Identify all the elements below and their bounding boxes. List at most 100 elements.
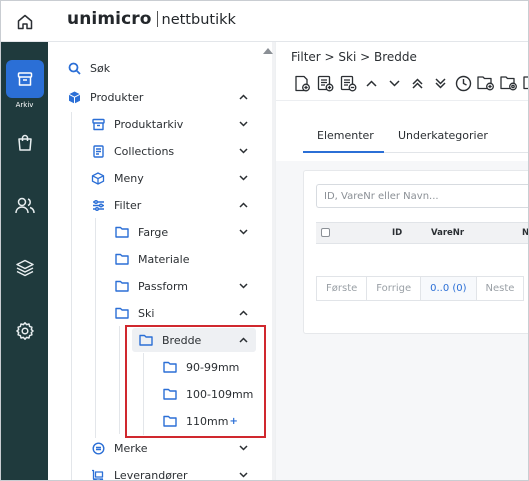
category-tree: Søk Produkter Produktarkiv Collections M…	[48, 42, 275, 481]
folder-icon	[162, 359, 178, 375]
rail-item-arkiv[interactable]: Arkiv	[1, 60, 48, 109]
nav-item-label: 100-109mm	[186, 387, 254, 401]
nav-item-ski[interactable]: Ski	[114, 300, 266, 326]
search-input[interactable]	[316, 184, 528, 208]
rail-item-shop[interactable]	[1, 132, 48, 154]
breadcrumb: Filter > Ski > Bredde	[291, 50, 417, 64]
chevron-down-icon	[388, 79, 400, 87]
nav-item-produktarkiv[interactable]: Produktarkiv	[90, 111, 266, 137]
chevron-down-icon[interactable]	[238, 227, 248, 237]
nav-item-label: Passform	[138, 279, 188, 293]
logo-divider	[156, 11, 158, 27]
nav-item-filter[interactable]: Filter	[90, 192, 266, 218]
nav-item-bredde-110[interactable]: 110mm +	[162, 408, 266, 434]
new-item-button[interactable]	[292, 73, 312, 93]
nav-item-leverandorer[interactable]: Leverandører	[90, 462, 266, 481]
nav-item-label: Materiale	[138, 252, 190, 266]
chevron-down-icon[interactable]	[238, 173, 248, 183]
nav-item-merke[interactable]: Merke	[90, 435, 266, 461]
logo-sub: nettbutikk	[161, 12, 236, 28]
nav-item-bredde-90-99[interactable]: 90-99mm	[162, 354, 266, 380]
chevron-up-icon[interactable]	[238, 200, 248, 210]
active-tab-indicator	[303, 151, 384, 153]
plus-icon: +	[229, 415, 238, 427]
chevron-down-icon[interactable]	[238, 119, 248, 129]
main-rail: Arkiv	[1, 42, 48, 480]
add-folder-button[interactable]	[476, 73, 496, 93]
history-button[interactable]	[453, 73, 473, 93]
nav-item-farge[interactable]: Farge	[114, 219, 266, 245]
nav-item-label: 110mm	[186, 414, 229, 428]
move-top-button[interactable]	[407, 73, 427, 93]
next-page-button[interactable]: Neste	[477, 277, 525, 300]
nav-item-label: Farge	[138, 225, 169, 239]
logo-main: unimicro	[67, 9, 152, 29]
logo: unimicro nettbutikk	[67, 9, 236, 29]
folder-check-button[interactable]	[522, 73, 528, 93]
rail-item-users[interactable]	[1, 195, 48, 217]
folder-icon	[114, 224, 130, 240]
tab-underkategorier[interactable]: Underkategorier	[398, 129, 488, 142]
select-all-checkbox[interactable]	[321, 228, 330, 237]
column-navn[interactable]: Na	[522, 228, 528, 238]
nav-item-passform[interactable]: Passform	[114, 273, 266, 299]
move-bottom-button[interactable]	[430, 73, 450, 93]
chevron-down-icon[interactable]	[238, 470, 248, 480]
pagination: Første Forrige 0..0 (0) Neste	[316, 276, 525, 301]
chevron-down-icon[interactable]	[238, 443, 248, 453]
clock-icon	[455, 75, 471, 91]
previous-page-button[interactable]: Forrige	[367, 277, 422, 300]
badge-icon	[90, 440, 106, 456]
nav-search[interactable]: Søk	[66, 55, 266, 81]
rail-item-layers[interactable]	[1, 257, 48, 279]
layers-icon	[15, 259, 34, 277]
app-window: unimicro nettbutikk Arkiv Søk Produkter …	[0, 0, 529, 481]
nav-search-label: Søk	[90, 61, 111, 75]
nav-item-label: Leverandører	[114, 468, 188, 481]
remove-list-button[interactable]	[338, 73, 358, 93]
move-up-button[interactable]	[361, 73, 381, 93]
folder-icon	[138, 332, 154, 348]
nav-item-label: Meny	[114, 171, 144, 185]
search-icon	[66, 60, 82, 76]
top-bar: unimicro nettbutikk	[1, 1, 528, 42]
rail-item-settings[interactable]	[1, 320, 48, 342]
rail-item-label: Arkiv	[15, 101, 34, 109]
chevron-up-icon[interactable]	[238, 308, 248, 318]
chevron-up-icon[interactable]	[238, 92, 248, 102]
first-page-button[interactable]: Første	[317, 277, 368, 300]
nav-item-label: Merke	[114, 441, 148, 455]
column-varenr[interactable]: VareNr	[431, 228, 464, 238]
home-button[interactable]	[1, 1, 48, 42]
nav-item-bredde-100-109[interactable]: 100-109mm	[162, 381, 266, 407]
nav-item-bredde[interactable]: Bredde	[138, 327, 256, 353]
folder-icon	[114, 278, 130, 294]
truck-icon	[90, 467, 106, 480]
nav-item-label: Collections	[114, 144, 175, 158]
double-chevron-up-icon	[411, 77, 423, 89]
move-down-button[interactable]	[384, 73, 404, 93]
folder-icon	[114, 305, 130, 321]
nav-item-produkter[interactable]: Produkter	[66, 84, 266, 110]
toolbar	[292, 72, 528, 94]
nav-item-materiale[interactable]: Materiale	[114, 246, 266, 272]
gear-icon	[15, 322, 34, 340]
tab-elementer[interactable]: Elementer	[317, 129, 374, 142]
table-header: ID VareNr Na	[316, 222, 528, 244]
scroll-up-arrow[interactable]	[263, 48, 273, 54]
chevron-down-icon[interactable]	[238, 146, 248, 156]
folder-settings-button[interactable]	[499, 73, 519, 93]
add-document-icon	[294, 75, 310, 91]
nav-item-collections[interactable]: Collections	[90, 138, 266, 164]
new-list-button[interactable]	[315, 73, 335, 93]
home-icon	[17, 14, 32, 29]
sliders-icon	[90, 197, 106, 213]
tree-guide	[119, 326, 120, 434]
nav-item-meny[interactable]: Meny	[90, 165, 266, 191]
users-icon	[14, 197, 35, 214]
chevron-up-icon[interactable]	[238, 335, 248, 345]
column-id[interactable]: ID	[392, 228, 402, 238]
chevron-down-icon[interactable]	[238, 281, 248, 291]
folder-icon	[114, 251, 130, 267]
archive-icon	[90, 116, 106, 132]
